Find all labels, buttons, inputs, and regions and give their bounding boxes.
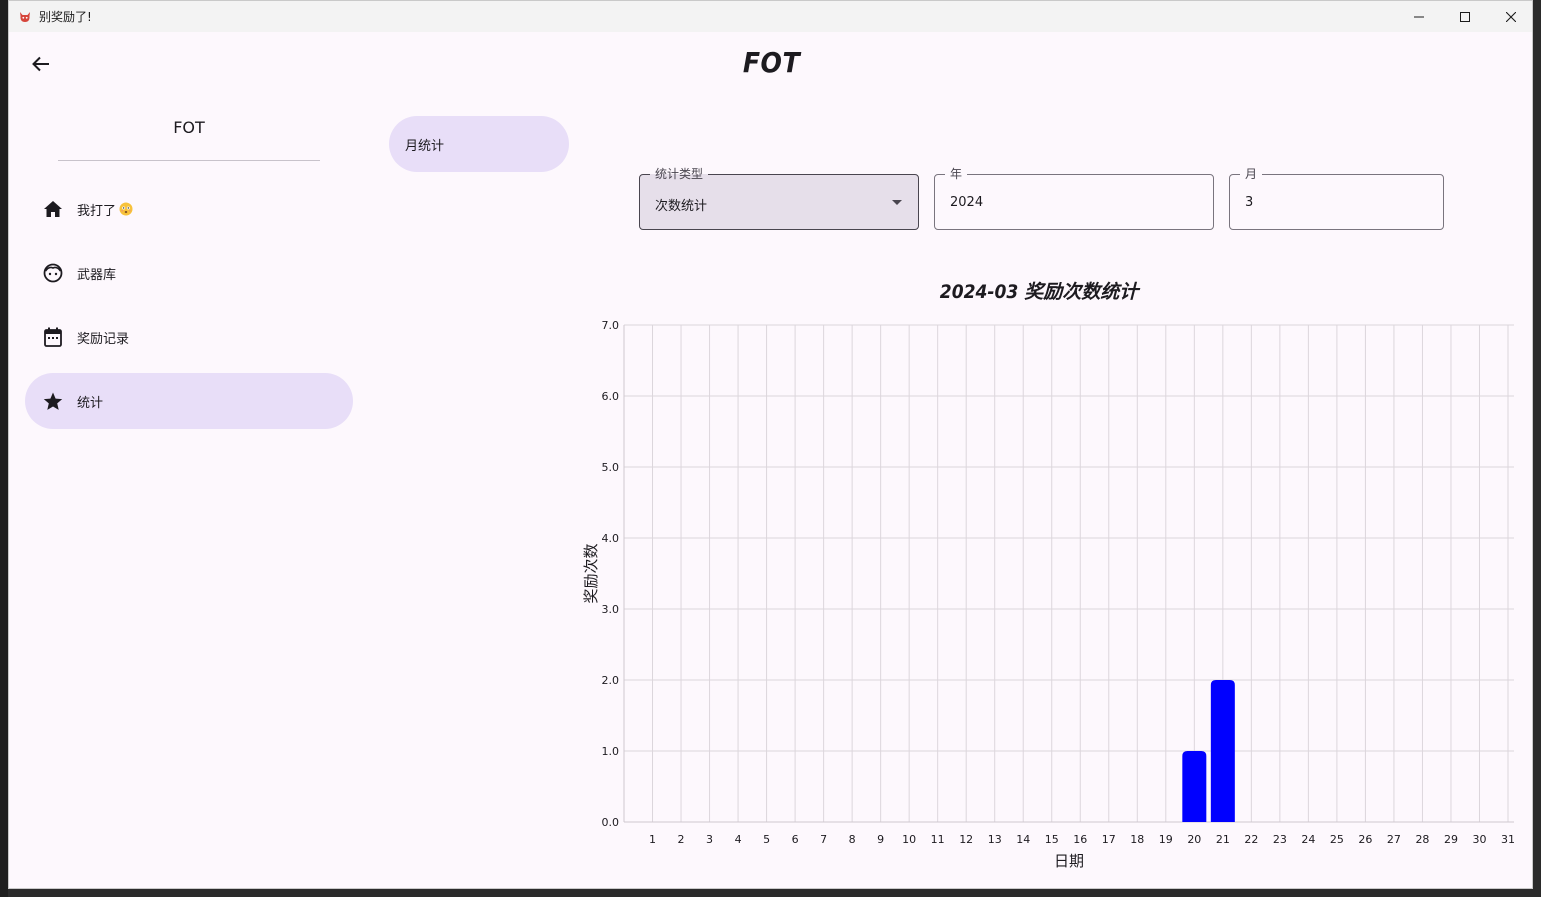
desktop-background	[0, 0, 8, 897]
x-tick-label: 25	[1330, 833, 1344, 846]
year-value: 2024	[950, 195, 984, 210]
x-tick-label: 22	[1244, 833, 1258, 846]
app-devil-icon	[19, 11, 31, 23]
dropdown-arrow-icon	[892, 200, 902, 205]
x-axis-label: 日期	[1054, 852, 1084, 870]
nav-item-label: 统计	[77, 395, 104, 411]
star-icon	[41, 389, 65, 413]
x-tick-label: 14	[1016, 833, 1030, 846]
x-tick-label: 23	[1273, 833, 1287, 846]
nav-item-wo-da-le[interactable]: 我打了	[25, 181, 353, 237]
month-value: 3	[1245, 195, 1254, 210]
x-tick-label: 10	[902, 833, 916, 846]
y-tick-label: 7.0	[602, 319, 620, 332]
face-icon	[41, 261, 65, 285]
month-field[interactable]: 月 3	[1229, 167, 1444, 230]
nav-item-label: 奖励记录	[77, 331, 130, 347]
y-tick-label: 1.0	[602, 745, 620, 758]
title-bar: 别奖励了!	[9, 1, 1532, 32]
app-window: 别奖励了! FOT FOT 我打了 武器库 奖励记录 统计 月统计 统计类型 次…	[8, 0, 1533, 889]
year-label: 年	[945, 167, 968, 181]
maximize-button[interactable]	[1442, 1, 1488, 32]
x-tick-label: 28	[1415, 833, 1429, 846]
drawer-header: FOT	[58, 116, 320, 161]
minimize-button[interactable]	[1396, 1, 1442, 32]
tab-label: 月统计	[405, 138, 445, 154]
stat-type-label: 统计类型	[650, 167, 709, 181]
y-tick-label: 6.0	[602, 390, 620, 403]
x-tick-label: 12	[959, 833, 973, 846]
x-tick-label: 30	[1472, 833, 1486, 846]
calendar-icon	[41, 325, 65, 349]
month-label: 月	[1240, 167, 1263, 181]
x-tick-label: 17	[1102, 833, 1116, 846]
x-tick-label: 5	[763, 833, 770, 846]
x-tick-label: 9	[877, 833, 884, 846]
window-title: 别奖励了!	[39, 10, 92, 24]
bar-chart: 0.01.02.03.04.05.06.07.01 2 3 4 5 6 7 8 9 10 11 12 1…	[582, 319, 1515, 870]
y-tick-label: 4.0	[602, 532, 620, 545]
year-field[interactable]: 年 2024	[934, 167, 1214, 230]
x-tick-label: 20	[1187, 833, 1201, 846]
drawer-header-title: FOT	[173, 118, 205, 137]
x-tick-label: 8	[849, 833, 856, 846]
close-window-button[interactable]	[1488, 1, 1532, 32]
home-icon	[41, 197, 65, 221]
page-title: FOT	[742, 46, 801, 79]
nav-item-label: 武器库	[77, 267, 117, 283]
x-tick-label: 26	[1358, 833, 1372, 846]
x-tick-label: 16	[1073, 833, 1087, 846]
chart-title: 2024-03 奖励次数统计	[939, 281, 1139, 303]
x-tick-label: 4	[735, 833, 742, 846]
y-tick-label: 2.0	[602, 674, 620, 687]
x-tick-label: 21	[1216, 833, 1230, 846]
nav-item-statistics[interactable]: 统计	[25, 373, 353, 429]
y-tick-label: 3.0	[602, 603, 620, 616]
x-tick-label: 27	[1387, 833, 1401, 846]
x-tick-label: 1	[649, 833, 656, 846]
y-axis-label: 奖励次数	[582, 543, 600, 603]
x-tick-label: 11	[931, 833, 945, 846]
y-tick-label: 0.0	[602, 816, 620, 829]
stat-type-dropdown[interactable]: 统计类型 次数统计	[639, 167, 919, 230]
tab-monthly-stats[interactable]: 月统计	[389, 116, 569, 172]
x-tick-label: 6	[792, 833, 799, 846]
nav-item-label: 我打了	[77, 203, 117, 219]
bar-day-21	[1210, 680, 1235, 822]
x-tick-label: 2	[678, 833, 685, 846]
nav-item-reward-records[interactable]: 奖励记录	[25, 309, 353, 365]
x-tick-label: 19	[1159, 833, 1173, 846]
y-tick-label: 5.0	[602, 461, 620, 474]
x-tick-label: 15	[1045, 833, 1059, 846]
x-tick-label: 29	[1444, 833, 1458, 846]
x-tick-label: 18	[1130, 833, 1144, 846]
flushed-face-emoji-icon	[119, 202, 133, 216]
stat-type-value: 次数统计	[655, 199, 708, 214]
x-tick-label: 24	[1301, 833, 1315, 846]
x-tick-label: 31	[1501, 833, 1515, 846]
bar-day-20	[1182, 751, 1207, 822]
nav-item-weapon-library[interactable]: 武器库	[25, 245, 353, 301]
x-tick-label: 3	[706, 833, 713, 846]
app-bar: FOT	[9, 32, 1532, 96]
x-tick-label: 7	[820, 833, 827, 846]
x-tick-label: 13	[988, 833, 1002, 846]
